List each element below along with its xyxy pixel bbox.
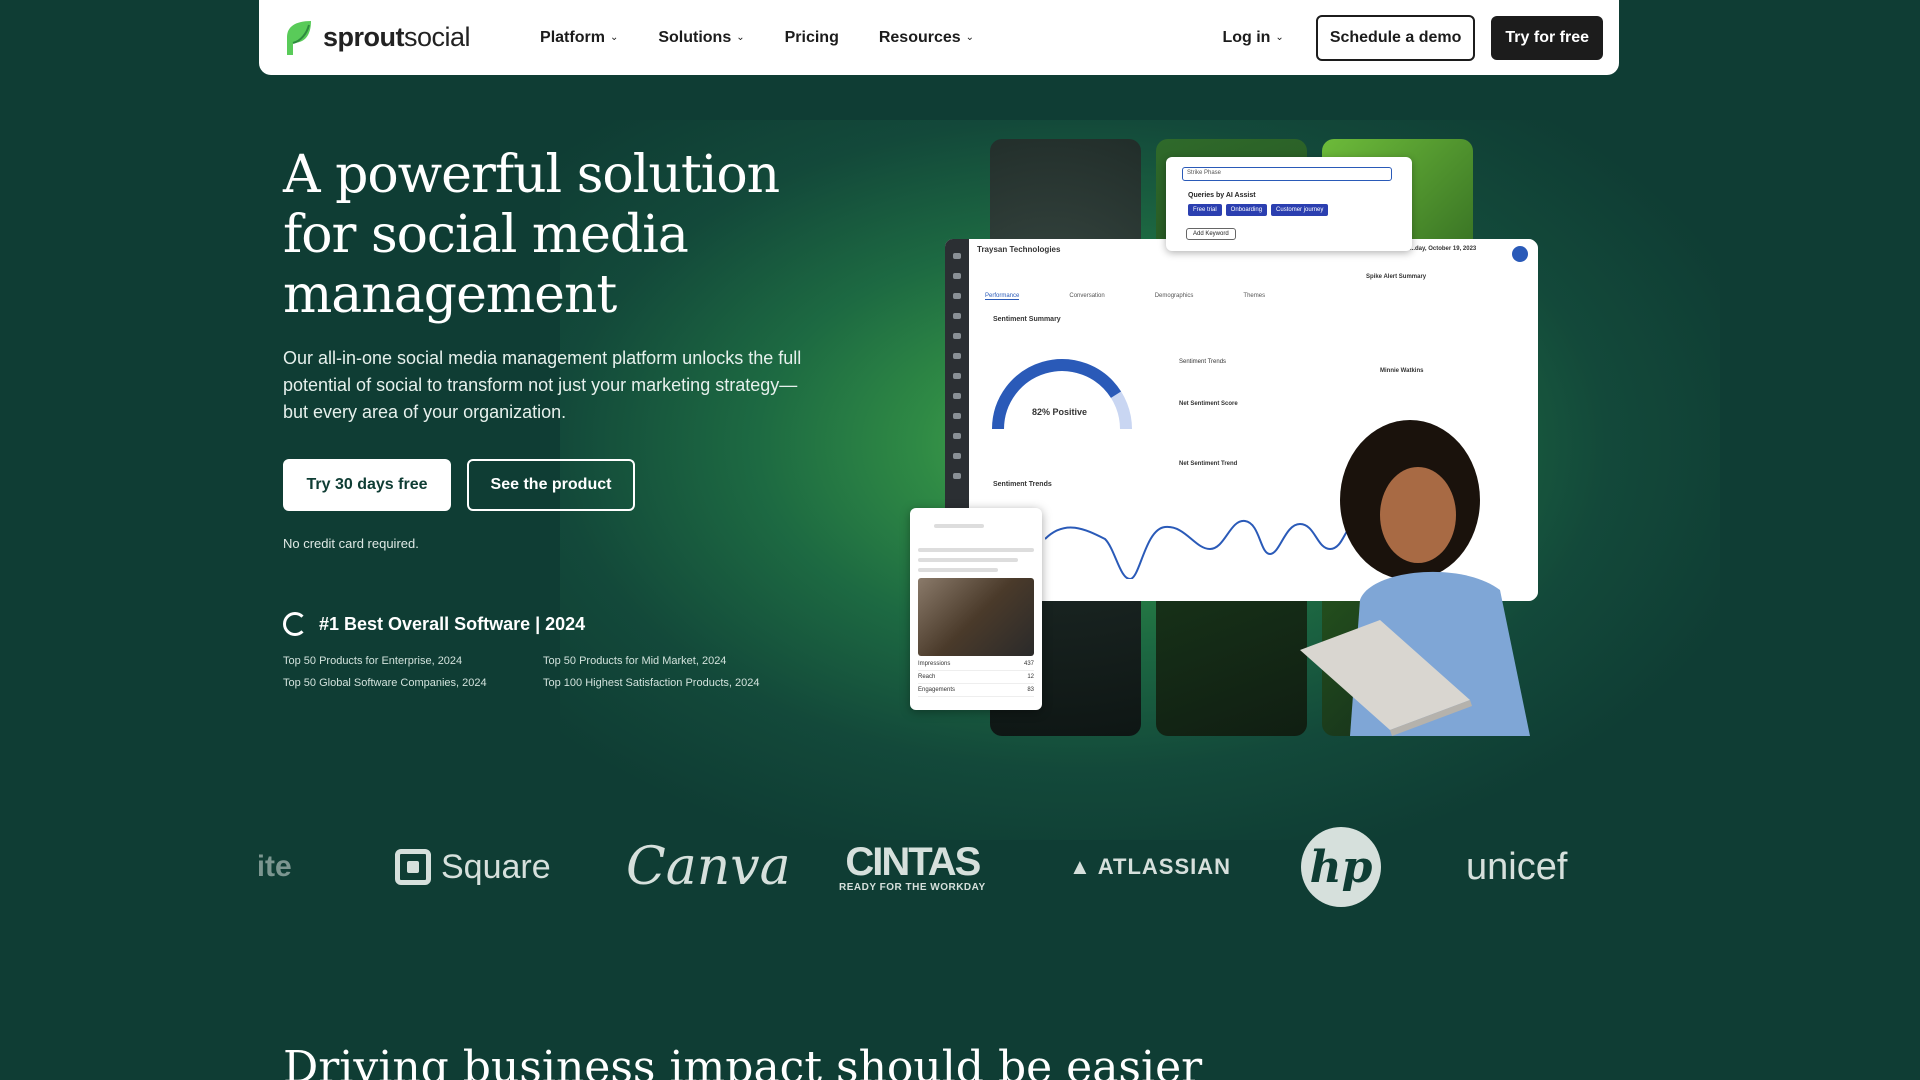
- award-title: #1 Best Overall Software | 2024: [319, 613, 586, 634]
- gauge-label: 82% Positive: [1032, 407, 1088, 417]
- keyword-input: Strike Phase: [1182, 167, 1392, 181]
- sentiment-gauge: [992, 359, 1132, 429]
- see-product-button[interactable]: See the product: [467, 459, 635, 511]
- nav-resources[interactable]: Resources ⌄: [879, 29, 974, 47]
- ai-assist-popup: Strike Phase Queries by AI Assist Free t…: [1166, 157, 1412, 251]
- spike-alert-title: Spike Alert Summary: [1366, 274, 1427, 280]
- woman-with-laptop-photo: [1300, 420, 1530, 736]
- tab-demographics: Demographics: [1154, 293, 1194, 299]
- hp-logo: hp: [1301, 822, 1381, 912]
- cintas-logo: CINTAS READY FOR THE WORKDAY: [839, 839, 986, 893]
- schedule-demo-button[interactable]: Schedule a demo: [1315, 14, 1476, 61]
- chip-free-trial: Free trial: [1188, 204, 1222, 216]
- award-item: Top 50 Products for Mid Market, 2024: [543, 655, 727, 667]
- partial-logo: rite: [259, 850, 292, 883]
- top-navbar: sproutsocial Platform ⌄ Solutions ⌄ Pricin…: [259, 0, 1619, 75]
- chip-customer-journey: Customer journey: [1271, 204, 1329, 216]
- chevron-down-icon: ⌄: [965, 32, 975, 43]
- chevron-down-icon: ⌄: [1275, 32, 1284, 43]
- nav-pricing[interactable]: Pricing: [785, 29, 839, 47]
- query-chips: Free trial Onboarding Customer journey: [1188, 204, 1329, 216]
- chevron-down-icon: ⌄: [736, 32, 745, 43]
- sprout-leaf-icon: [287, 20, 311, 55]
- chip-onboarding: Onboarding: [1225, 204, 1268, 216]
- nav-solutions[interactable]: Solutions ⌄: [658, 29, 744, 47]
- next-section-title: Driving business impact should be easier: [283, 1042, 1203, 1080]
- add-keyword-button: Add Keyword: [1186, 228, 1236, 240]
- hero-cta-group: Try 30 days free See the product: [283, 459, 635, 511]
- social-post-card: Impressions 437 Reach 12 Engagements 83: [910, 508, 1042, 710]
- login-link[interactable]: Log in ⌄: [1222, 29, 1283, 47]
- logo-wordmark: sproutsocial: [323, 22, 471, 52]
- tab-themes: Themes: [1243, 293, 1266, 299]
- company-name: Traysan Technologies: [977, 245, 1061, 254]
- award-item: Top 50 Global Software Companies, 2024: [283, 677, 487, 689]
- try-for-free-button[interactable]: Try for free: [1491, 15, 1603, 60]
- post-photo: [918, 578, 1034, 656]
- post-stats: Impressions 437 Reach 12 Engagements 83: [918, 658, 1034, 697]
- atlassian-logo: ▲ ATLASSIAN: [1069, 854, 1232, 879]
- no-credit-card-note: No credit card required.: [283, 536, 419, 551]
- sentiment-summary-heading: Sentiment Summary: [993, 316, 1061, 323]
- g2-award: #1 Best Overall Software | 2024: [283, 612, 585, 636]
- nav-platform[interactable]: Platform ⌄: [540, 29, 618, 47]
- award-list: Top 50 Products for Enterprise, 2024 Top…: [283, 655, 803, 689]
- award-item: Top 100 Highest Satisfaction Products, 2…: [543, 677, 760, 689]
- customer-logos: rite Square Canva CINTAS READY FOR THE W…: [259, 822, 1619, 912]
- nav-actions: Log in ⌄ Schedule a demo Try for free: [1222, 14, 1603, 61]
- tab-conversation: Conversation: [1069, 293, 1105, 299]
- try-30-days-button[interactable]: Try 30 days free: [283, 459, 451, 511]
- g2-icon: [283, 612, 307, 636]
- chevron-down-icon: ⌄: [609, 32, 619, 43]
- hero-title: A powerful solution for social media man…: [283, 145, 780, 325]
- sproutsocial-logo[interactable]: sproutsocial: [283, 19, 471, 57]
- award-item: Top 50 Products for Enterprise, 2024: [283, 655, 463, 667]
- square-logo: Square: [395, 822, 551, 912]
- canva-logo: Canva: [626, 837, 791, 897]
- atlassian-icon: ▲: [1069, 854, 1092, 879]
- message-author: Minnie Watkins: [1380, 368, 1424, 374]
- unicef-logo: unicef: [1466, 845, 1568, 888]
- hero-subtitle: Our all-in-one social media management p…: [283, 348, 802, 422]
- card-text-line: [918, 558, 1018, 562]
- card-text-line: [918, 568, 998, 572]
- card-text-line: [918, 548, 1034, 552]
- tab-performance: Performance: [985, 293, 1020, 300]
- ai-assist-title: Queries by AI Assist: [1188, 192, 1256, 199]
- panel-date: ...day, October 19, 2023: [1410, 246, 1477, 252]
- compose-icon: [1512, 246, 1528, 262]
- sentiment-trends-heading: Sentiment Trends: [993, 481, 1052, 488]
- nav-links: Platform ⌄ Solutions ⌄ Pricing Resources ⌄: [540, 29, 1222, 47]
- card-header-line: [934, 524, 984, 528]
- square-icon: [395, 849, 431, 885]
- dashboard-tabs: Performance Conversation Demographics Th…: [985, 293, 1265, 300]
